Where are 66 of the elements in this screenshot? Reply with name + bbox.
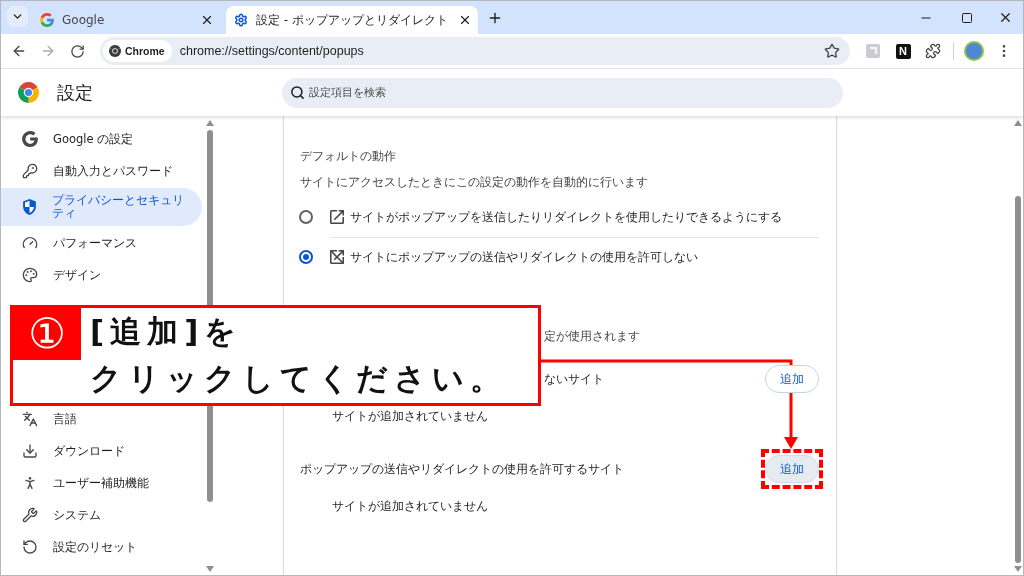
reload-icon[interactable]	[69, 43, 85, 59]
step-badge: ①	[13, 308, 81, 360]
empty-list-text: サイトが追加されていません	[332, 498, 488, 515]
radio-label[interactable]: サイトにポップアップの送信やリダイレクトの使用を許可しない	[350, 248, 698, 266]
browser-logo-icon	[109, 45, 121, 57]
list-heading: ないサイト	[544, 370, 604, 388]
tab[interactable]: 設定 - ポップアップとリダイレクト	[226, 6, 478, 34]
scroll-down-icon[interactable]	[206, 566, 214, 572]
radio-button[interactable]	[299, 249, 313, 264]
radio-label[interactable]: サイトがポップアップを送信したりリダイレクトを使用したりできるようにする	[350, 208, 782, 226]
sidebar-item[interactable]: ダウンロード	[1, 438, 202, 464]
radio-button[interactable]	[299, 210, 313, 224]
search-icon	[290, 85, 305, 100]
avatar-circle[interactable]	[964, 41, 984, 61]
description-text: 定が使用されます	[544, 328, 640, 345]
sidebar-item[interactable]: 設定のリセット	[1, 534, 202, 560]
translate-icon	[22, 411, 38, 427]
person-icon	[22, 475, 38, 491]
sidebar-item[interactable]: システム	[1, 502, 202, 528]
google-g-icon	[22, 131, 38, 147]
tab[interactable]: Google	[32, 6, 220, 34]
list-heading: ポップアップの送信やリダイレクトの使用を許可するサイト	[300, 460, 624, 478]
callout-text: [追加]を	[90, 312, 243, 351]
scroll-up-icon[interactable]	[206, 120, 214, 126]
url-text: chrome://settings/content/popups	[179, 44, 364, 58]
sidebar-item[interactable]: パフォーマンス	[1, 230, 202, 256]
google-g-icon	[40, 13, 54, 27]
sidebar-item[interactable]: デザイン	[1, 262, 202, 288]
close-icon[interactable]	[458, 13, 472, 27]
key-icon	[22, 163, 38, 179]
site-chip[interactable]: Chrome	[103, 40, 172, 62]
search-input[interactable]: 設定項目を検索	[309, 80, 843, 105]
address-bar[interactable]: Chrome chrome://settings/content/popups	[100, 37, 850, 65]
scroll-down-icon[interactable]	[1014, 566, 1022, 572]
page-title: 設定	[57, 80, 93, 105]
browser-logo-icon	[18, 82, 39, 103]
add-button[interactable]: 追加	[765, 365, 819, 393]
sidebar-item[interactable]: ユーザー補助機能	[1, 470, 202, 496]
sidebar-item[interactable]: Google の設定	[1, 126, 202, 152]
gauge-icon	[22, 235, 38, 251]
reset-icon	[22, 539, 38, 555]
empty-list-text: サイトが追加されていません	[332, 408, 488, 425]
wrench-icon	[22, 507, 38, 523]
callout-text: クリックしてください。	[90, 359, 507, 398]
puzzle-icon[interactable]	[925, 43, 941, 59]
maximize-icon[interactable]	[960, 11, 973, 24]
sidebar-item[interactable]: 自動入力とパスワード	[1, 158, 202, 184]
popup-icon	[330, 210, 344, 224]
plus-icon[interactable]	[487, 10, 503, 26]
shield-icon	[22, 199, 37, 215]
gear-icon	[234, 13, 248, 27]
sidebar-item[interactable]: プライバシーとセキュリティ	[1, 188, 202, 226]
scroll-up-icon[interactable]	[1014, 120, 1022, 126]
search-bar[interactable]: 設定項目を検索	[282, 77, 843, 108]
palette-icon	[22, 267, 38, 283]
close-icon[interactable]	[200, 13, 214, 27]
extension-button[interactable]: N	[895, 43, 911, 59]
download-icon	[22, 443, 38, 459]
scrollbar-thumb[interactable]	[1015, 196, 1021, 563]
blocked-popup-icon	[330, 250, 344, 264]
section-heading: デフォルトの動作	[300, 148, 396, 165]
star-icon[interactable]	[824, 43, 840, 59]
sidebar-item[interactable]: 言語	[1, 406, 202, 432]
tab-list-button[interactable]	[7, 6, 28, 27]
description-text: サイトにアクセスしたときにこの設定の動作を自動的に行います	[300, 174, 648, 191]
add-button[interactable]: 追加	[765, 455, 819, 483]
